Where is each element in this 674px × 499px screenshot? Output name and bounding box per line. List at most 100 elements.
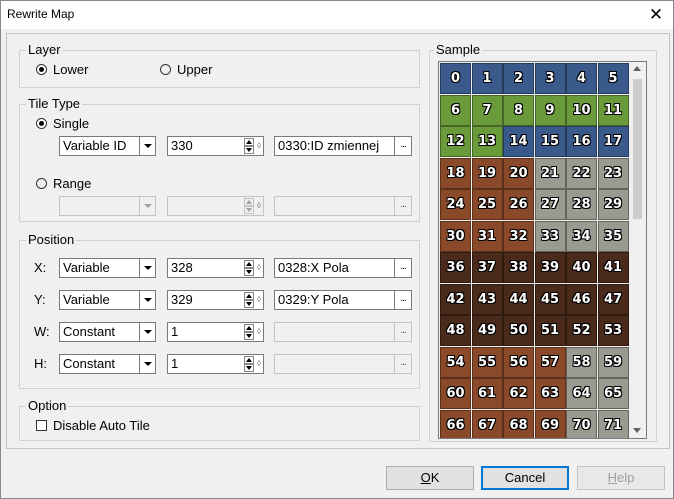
tile-43[interactable]: 43 xyxy=(471,283,503,315)
layer-lower-label[interactable]: Lower xyxy=(53,62,88,77)
tile-7[interactable]: 7 xyxy=(471,94,503,126)
ellipsis-button[interactable]: ... xyxy=(394,137,411,155)
tile-source-select[interactable]: Variable ID xyxy=(59,136,156,156)
tile-46[interactable]: 46 xyxy=(566,283,597,315)
scroll-up-icon[interactable] xyxy=(633,66,641,71)
tile-34[interactable]: 34 xyxy=(566,220,597,252)
spin-down-icon[interactable] xyxy=(244,268,254,276)
spin-down-icon[interactable] xyxy=(244,332,254,340)
spin-buttons[interactable] xyxy=(243,260,255,276)
spin-up-icon[interactable] xyxy=(244,138,254,146)
tile-15[interactable]: 15 xyxy=(534,126,566,157)
position-h-source-select[interactable]: Constant xyxy=(59,354,156,374)
tile-60[interactable]: 60 xyxy=(440,378,471,409)
scroll-down-icon[interactable] xyxy=(633,428,641,433)
tile-3[interactable]: 3 xyxy=(534,63,566,94)
ellipsis-button[interactable]: ... xyxy=(394,259,411,277)
chevron-down-icon[interactable] xyxy=(139,259,155,277)
tile-62[interactable]: 62 xyxy=(503,378,534,409)
tile-29[interactable]: 29 xyxy=(597,189,629,220)
tile-45[interactable]: 45 xyxy=(534,283,566,315)
chevron-down-icon[interactable] xyxy=(139,291,155,309)
spin-up-icon[interactable] xyxy=(244,356,254,364)
tile-66[interactable]: 66 xyxy=(440,409,471,438)
ellipsis-button[interactable]: ... xyxy=(394,291,411,309)
spin-buttons[interactable] xyxy=(243,138,255,154)
tile-70[interactable]: 70 xyxy=(566,409,597,438)
chevron-down-icon[interactable] xyxy=(139,137,155,155)
tile-12[interactable]: 12 xyxy=(440,126,471,157)
tile-31[interactable]: 31 xyxy=(471,220,503,252)
spin-buttons[interactable] xyxy=(243,292,255,308)
tile-47[interactable]: 47 xyxy=(597,283,629,315)
tile-55[interactable]: 55 xyxy=(471,346,503,378)
tile-71[interactable]: 71 xyxy=(597,409,629,438)
sample-scrollbar[interactable] xyxy=(629,62,646,438)
tile-17[interactable]: 17 xyxy=(597,126,629,157)
chevron-down-icon[interactable] xyxy=(139,355,155,373)
tile-18[interactable]: 18 xyxy=(440,157,471,189)
layer-upper-radio[interactable] xyxy=(160,64,171,75)
tile-1[interactable]: 1 xyxy=(471,63,503,94)
tile-variable-field[interactable]: 0330:ID zmiennej ... xyxy=(274,136,412,156)
spin-down-icon[interactable] xyxy=(244,146,254,154)
tile-0[interactable]: 0 xyxy=(440,63,471,94)
tile-50[interactable]: 50 xyxy=(503,315,534,346)
close-icon[interactable]: ✕ xyxy=(639,1,673,29)
tile-26[interactable]: 26 xyxy=(503,189,534,220)
tile-14[interactable]: 14 xyxy=(503,126,534,157)
tile-67[interactable]: 67 xyxy=(471,409,503,438)
spin-buttons[interactable] xyxy=(243,356,255,372)
tile-single-label[interactable]: Single xyxy=(53,116,89,131)
spin-buttons[interactable] xyxy=(243,324,255,340)
tile-6[interactable]: 6 xyxy=(440,94,471,126)
position-y-spinner[interactable]: 329 ◊ xyxy=(167,290,264,310)
ok-button[interactable]: OK xyxy=(386,466,474,490)
tile-33[interactable]: 33 xyxy=(534,220,566,252)
tile-21[interactable]: 21 xyxy=(534,157,566,189)
tile-5[interactable]: 5 xyxy=(597,63,629,94)
tile-22[interactable]: 22 xyxy=(566,157,597,189)
tile-69[interactable]: 69 xyxy=(534,409,566,438)
tile-41[interactable]: 41 xyxy=(597,252,629,283)
tile-59[interactable]: 59 xyxy=(597,346,629,378)
position-w-spinner[interactable]: 1 ◊ xyxy=(167,322,264,342)
chevron-down-icon[interactable] xyxy=(139,323,155,341)
tile-9[interactable]: 9 xyxy=(534,94,566,126)
tile-64[interactable]: 64 xyxy=(566,378,597,409)
tile-36[interactable]: 36 xyxy=(440,252,471,283)
tile-38[interactable]: 38 xyxy=(503,252,534,283)
layer-lower-radio[interactable] xyxy=(36,64,47,75)
tile-51[interactable]: 51 xyxy=(534,315,566,346)
position-h-spinner[interactable]: 1 ◊ xyxy=(167,354,264,374)
tile-61[interactable]: 61 xyxy=(471,378,503,409)
scroll-thumb[interactable] xyxy=(633,79,642,219)
position-x-spinner[interactable]: 328 ◊ xyxy=(167,258,264,278)
tile-65[interactable]: 65 xyxy=(597,378,629,409)
tile-32[interactable]: 32 xyxy=(503,220,534,252)
spin-down-icon[interactable] xyxy=(244,364,254,372)
spin-down-icon[interactable] xyxy=(244,300,254,308)
tile-8[interactable]: 8 xyxy=(503,94,534,126)
tile-13[interactable]: 13 xyxy=(471,126,503,157)
tile-2[interactable]: 2 xyxy=(503,63,534,94)
tile-58[interactable]: 58 xyxy=(566,346,597,378)
position-x-source-select[interactable]: Variable xyxy=(59,258,156,278)
tile-single-radio[interactable] xyxy=(36,118,47,129)
layer-upper-label[interactable]: Upper xyxy=(177,62,212,77)
tile-16[interactable]: 16 xyxy=(566,126,597,157)
tile-35[interactable]: 35 xyxy=(597,220,629,252)
tile-42[interactable]: 42 xyxy=(440,283,471,315)
spin-up-icon[interactable] xyxy=(244,292,254,300)
tile-10[interactable]: 10 xyxy=(566,94,597,126)
tile-grid[interactable]: 0 1 2 3 4 5 6 7 8 9 10 11 12 13 14 15 16 17 18 19 20 21 22 23 24… xyxy=(440,63,632,438)
tile-25[interactable]: 25 xyxy=(471,189,503,220)
tile-44[interactable]: 44 xyxy=(503,283,534,315)
tile-range-label[interactable]: Range xyxy=(53,176,91,191)
tile-30[interactable]: 30 xyxy=(440,220,471,252)
tile-63[interactable]: 63 xyxy=(534,378,566,409)
tile-39[interactable]: 39 xyxy=(534,252,566,283)
tile-id-spinner[interactable]: 330 ◊ xyxy=(167,136,264,156)
tile-53[interactable]: 53 xyxy=(597,315,629,346)
tile-54[interactable]: 54 xyxy=(440,346,471,378)
